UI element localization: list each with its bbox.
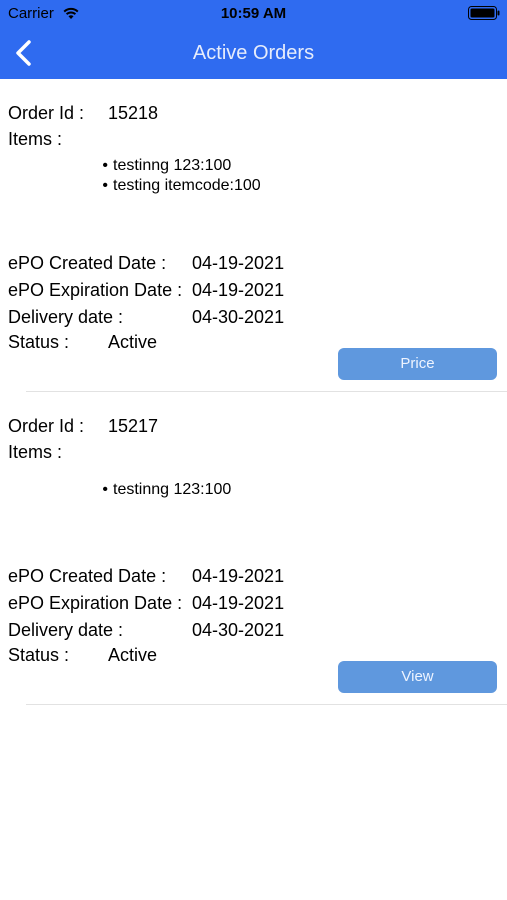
- list-item: • testing itemcode:100: [96, 176, 261, 196]
- status-value: Active: [108, 332, 158, 352]
- delivery-date-label: Delivery date :: [8, 307, 124, 327]
- order-id-label: Order Id :: [8, 416, 85, 436]
- items-list: • testinng 123:100: [96, 480, 231, 500]
- expiration-date-value: 04-19-2021: [192, 280, 285, 300]
- items-list: • testinng 123:100 • testing itemcode:100: [96, 156, 261, 196]
- delivery-date-label: Delivery date :: [8, 620, 124, 640]
- status-value: Active: [108, 645, 158, 665]
- item-text: testing itemcode:100: [113, 177, 261, 194]
- order-card: Order Id : 15217 Items : • testinng 123:1…: [0, 392, 507, 705]
- expiration-date-label: ePO Expiration Date :: [8, 280, 183, 300]
- navigation-bar: Carrier 10:59 AM Active Orders: [0, 0, 507, 79]
- nav-header: Active Orders: [0, 28, 507, 79]
- created-date-label: ePO Created Date :: [8, 566, 167, 586]
- order-id-value: 15218: [108, 103, 159, 123]
- item-text: testinng 123:100: [113, 157, 232, 174]
- order-id-label: Order Id :: [8, 103, 85, 123]
- list-item: • testinng 123:100: [96, 480, 231, 500]
- delivery-date-value: 04-30-2021: [192, 620, 285, 640]
- expiration-date-label: ePO Expiration Date :: [8, 593, 183, 613]
- created-date-value: 04-19-2021: [192, 253, 285, 273]
- item-text: testinng 123:100: [113, 481, 232, 498]
- divider: [26, 704, 507, 705]
- order-card: Order Id : 15218 Items : • testinng 123:1…: [0, 79, 507, 392]
- status-label: Status :: [8, 645, 70, 665]
- battery-icon: [468, 6, 500, 20]
- clock: 10:59 AM: [220, 5, 287, 22]
- status-label: Status :: [8, 332, 70, 352]
- list-item: • testinng 123:100: [96, 156, 261, 176]
- status-bar: Carrier 10:59 AM: [0, 0, 507, 28]
- bullet-icon: •: [102, 157, 108, 174]
- page-title: Active Orders: [192, 42, 315, 64]
- price-button[interactable]: Price: [338, 348, 497, 380]
- bullet-icon: •: [102, 481, 108, 498]
- view-button[interactable]: View: [338, 661, 497, 693]
- created-date-value: 04-19-2021: [192, 566, 285, 586]
- created-date-label: ePO Created Date :: [8, 253, 167, 273]
- expiration-date-value: 04-19-2021: [192, 593, 285, 613]
- delivery-date-value: 04-30-2021: [192, 307, 285, 327]
- items-label: Items :: [8, 129, 63, 149]
- items-label: Items :: [8, 442, 63, 462]
- bullet-icon: •: [102, 177, 108, 194]
- order-id-value: 15217: [108, 416, 159, 436]
